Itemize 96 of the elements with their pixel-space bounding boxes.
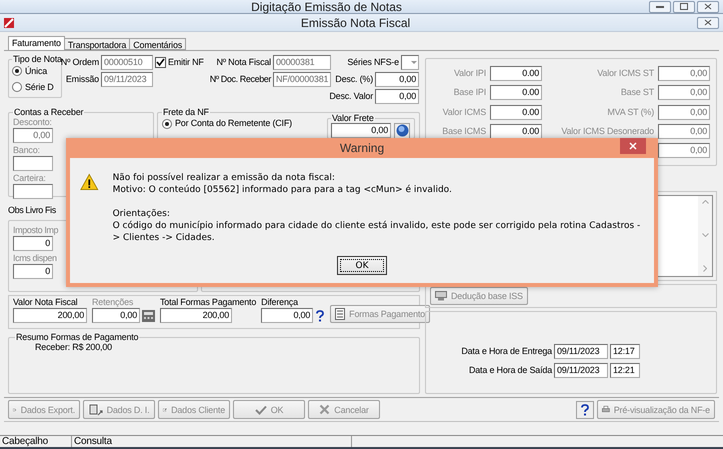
status-text: Cabeçalho (0, 436, 72, 447)
text-field[interactable] (13, 156, 53, 171)
text-field[interactable]: 200,00 (13, 308, 87, 323)
radio-label: Série D (25, 82, 54, 92)
warning-icon (80, 172, 99, 192)
field-label: Valor IPI (454, 68, 486, 80)
tab[interactable]: Faturamento (8, 36, 65, 50)
text-field[interactable]: 0,00 (375, 88, 419, 104)
field-label: Data e Hora de Saída (468, 364, 552, 376)
help-icon (396, 124, 408, 137)
field-label: Nº Ordem (60, 56, 99, 68)
radio-label: Única (25, 66, 48, 76)
text-field[interactable]: 0,00 (331, 123, 391, 138)
close-button[interactable] (697, 16, 719, 28)
field-label: Desconto: (13, 117, 52, 128)
checkbox-label: Emitir NF (168, 56, 204, 68)
maximize-button[interactable] (673, 0, 695, 12)
document-icon (88, 404, 103, 416)
app-logo-icon (4, 18, 14, 28)
field-label: Base ST (620, 87, 654, 98)
tab[interactable]: Transportadora (64, 38, 130, 50)
field-label: Desc. Valor (329, 90, 373, 102)
checkbox[interactable] (155, 56, 166, 68)
window-title: Digitação Emissão de Notas (250, 0, 403, 14)
maximize-icon (680, 3, 688, 10)
list-icon (335, 308, 346, 320)
question-mark-icon (316, 310, 324, 322)
field-label: MVA ST (%) (607, 106, 654, 118)
group-title: Contas a Receber (13, 107, 84, 117)
field-label: Icms dispen (13, 253, 57, 264)
summary-text: Receber: R$ 200,00 (34, 342, 112, 353)
question-mark-icon (581, 404, 589, 416)
minimize-icon (656, 5, 664, 8)
field-label: Base IPI (454, 87, 486, 98)
text-field[interactable] (13, 184, 53, 199)
field-label: Carteira: (13, 173, 46, 184)
field-label: Nº Doc. Receber (210, 74, 271, 84)
dialog-title: Emissão Nota Fiscal (300, 16, 412, 30)
dialog-title: Warning (340, 141, 384, 155)
help-button[interactable] (576, 400, 594, 419)
field-label: Banco: (13, 145, 40, 156)
group-title: Resumo Formas de Pagamento (15, 332, 140, 342)
close-button[interactable] (697, 0, 719, 12)
field-label: Imposto Imp (13, 225, 58, 236)
group-title: Tipo de Nota (12, 54, 62, 64)
status-text: Consulta (72, 436, 352, 447)
group-title: Valor Frete (331, 113, 375, 123)
time-field[interactable]: 12:17 (610, 344, 640, 359)
field-label: Valor ICMS ST (597, 68, 654, 80)
scroll-right-icon (703, 265, 707, 272)
close-icon (704, 3, 712, 10)
field-label: Data e Hora de Entrega (460, 346, 552, 357)
message-text: Não foi possível realizar a emissão da nota fiscal: (112, 172, 335, 184)
close-button[interactable] (620, 138, 646, 154)
group-title: Frete da NF (162, 107, 210, 117)
field-label: Diferença (261, 297, 298, 308)
time-field[interactable]: 12:21 (610, 362, 640, 378)
message-text: Motivo: O conteúdo [05562] informado para para a tag <cMun> é invalido. (112, 184, 452, 196)
text-field[interactable]: 09/11/2023 (101, 72, 153, 86)
scroll-up-icon (702, 200, 708, 204)
help-icon[interactable] (315, 310, 326, 322)
close-icon (629, 142, 637, 150)
help-button[interactable] (394, 122, 410, 138)
check-icon (254, 404, 267, 415)
text-field[interactable]: 00000381 (273, 54, 331, 70)
field-label: Retenções (92, 297, 134, 308)
text-field[interactable]: 200,00 (160, 308, 232, 323)
scroll-down-icon (702, 232, 708, 236)
field-label: Séries NFS-e (347, 56, 399, 68)
radio-button[interactable] (162, 118, 172, 128)
text-field[interactable]: 00000510 (101, 54, 153, 70)
date-field[interactable]: 09/11/2023 (554, 362, 608, 378)
field-label: Nº Nota Fiscal (216, 56, 271, 68)
ok-button[interactable]: OK (337, 256, 387, 275)
field-label: Valor Nota Fiscal (13, 297, 78, 308)
minimize-button[interactable] (649, 0, 671, 12)
field-label: Desc. (%) (335, 74, 373, 84)
message-text: O código do município informado para cidade do cliente está invalido, este pode ser corrigido pela rotina Cadastros -> Clientes -> Cidades. (112, 220, 642, 244)
section-label: Obs Livro Fis (8, 205, 56, 216)
radio-button[interactable] (12, 66, 22, 76)
field-label: Valor ICMS (442, 106, 486, 118)
dropdown[interactable] (401, 54, 419, 70)
field-label: Valor ICMS Desonerado (561, 126, 654, 137)
date-field[interactable]: 09/11/2023 (554, 344, 608, 359)
field-label: Total Formas Pagamento (160, 297, 256, 308)
x-icon (319, 404, 330, 416)
field-label: Base ICMS (442, 126, 486, 137)
text-field[interactable]: NF/00000381 (273, 72, 331, 86)
text-field[interactable]: 0,00 (375, 72, 419, 86)
close-icon (704, 19, 712, 26)
radio-button[interactable] (12, 82, 22, 92)
text-field[interactable]: 0,00 (261, 308, 314, 323)
radio-label: Por Conta do Remetente (CIF) (175, 118, 292, 129)
message-text: Orientações: (112, 208, 170, 220)
field-label: Emissão (66, 74, 99, 84)
tab[interactable]: Comentários (129, 38, 186, 50)
